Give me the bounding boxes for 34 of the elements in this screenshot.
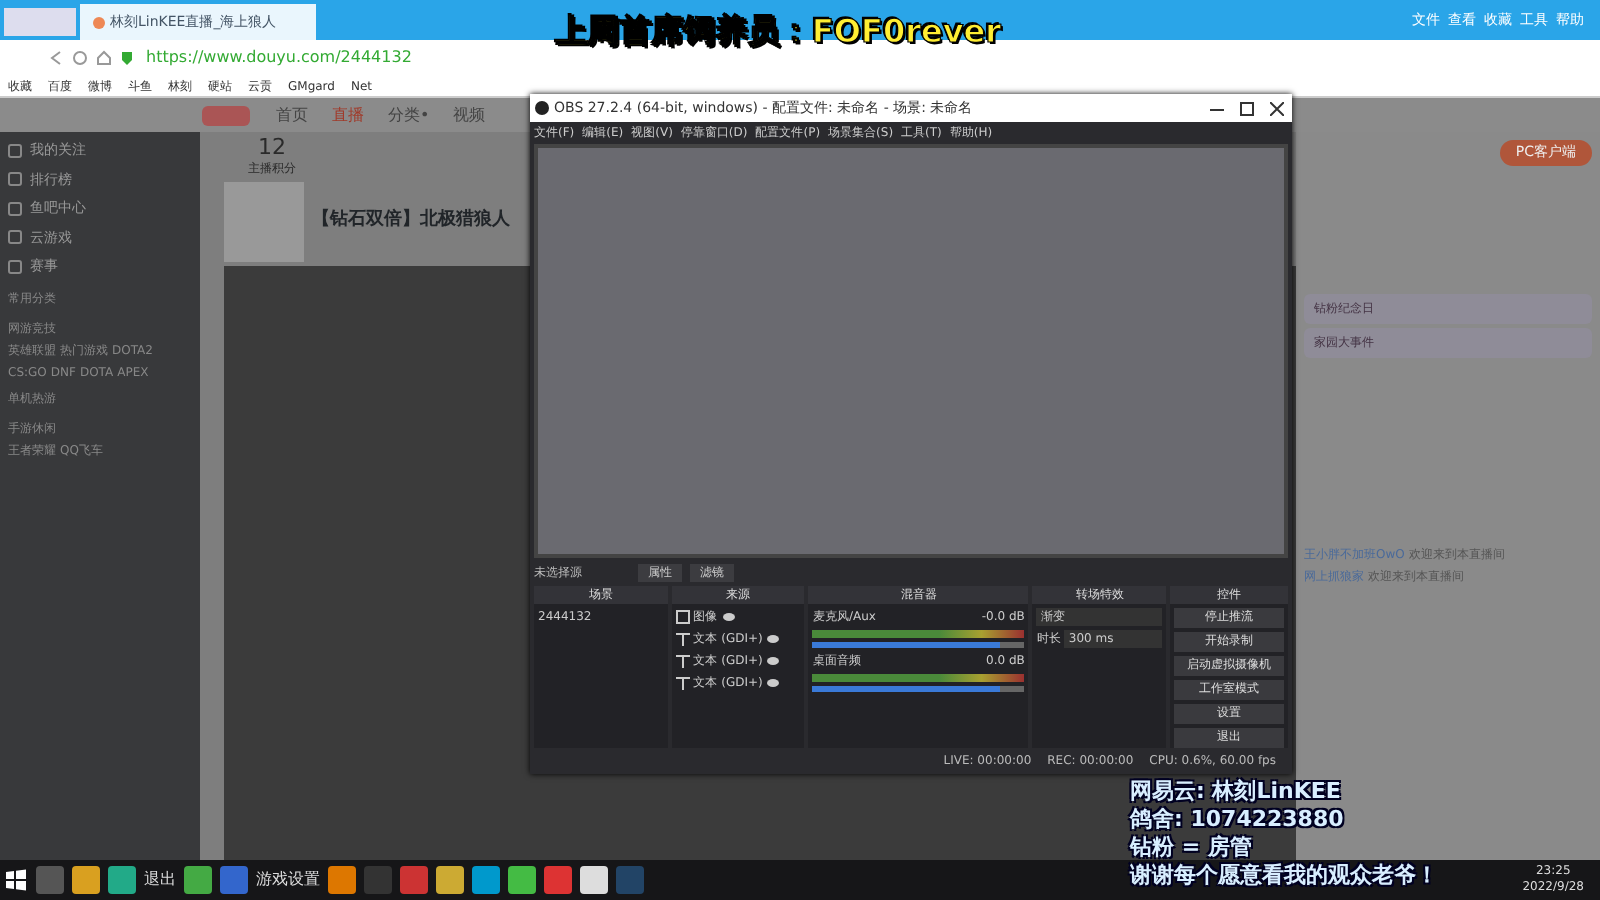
- app-icon[interactable]: [544, 866, 572, 894]
- start-icon[interactable]: [4, 868, 28, 892]
- maximize-icon[interactable]: [1240, 101, 1254, 116]
- text-icon: [675, 653, 690, 668]
- app-icon[interactable]: [580, 866, 608, 894]
- taskbar-label[interactable]: 游戏设置: [256, 868, 320, 892]
- text-icon: [675, 675, 690, 690]
- home-icon[interactable]: [96, 50, 112, 66]
- overlay-text: 谢谢每个愿意看我的观众老爷！: [1130, 862, 1438, 890]
- thumbnail-icon: [0, 4, 80, 40]
- app-icon[interactable]: [108, 866, 136, 894]
- app-icon[interactable]: [436, 866, 464, 894]
- back-icon[interactable]: [48, 50, 64, 66]
- app-icon[interactable]: [328, 866, 356, 894]
- avatar-placeholder: [224, 182, 304, 262]
- reload-icon[interactable]: [72, 50, 88, 66]
- shield-icon: [120, 50, 134, 66]
- app-icon[interactable]: [400, 866, 428, 894]
- eye-icon[interactable]: [721, 611, 736, 622]
- app-logo-icon: [534, 100, 550, 117]
- image-icon: [675, 609, 690, 624]
- taskbar-label[interactable]: 退出: [144, 868, 176, 892]
- app-icon[interactable]: [72, 866, 100, 894]
- text-icon: [675, 631, 690, 646]
- app-icon[interactable]: [508, 866, 536, 894]
- overlay-text: 钻粉 = 房管: [1130, 834, 1254, 862]
- stat-value: 12: [256, 136, 288, 160]
- overlay-text: 鸽舍: 1074223880: [1130, 806, 1346, 834]
- app-icon[interactable]: [472, 866, 500, 894]
- logo-icon: [200, 103, 252, 127]
- app-icon[interactable]: [184, 866, 212, 894]
- stream-title: 【钻石双倍】北极猎狼人: [312, 208, 510, 235]
- site-icon: [92, 15, 106, 29]
- close-icon[interactable]: [1270, 101, 1284, 116]
